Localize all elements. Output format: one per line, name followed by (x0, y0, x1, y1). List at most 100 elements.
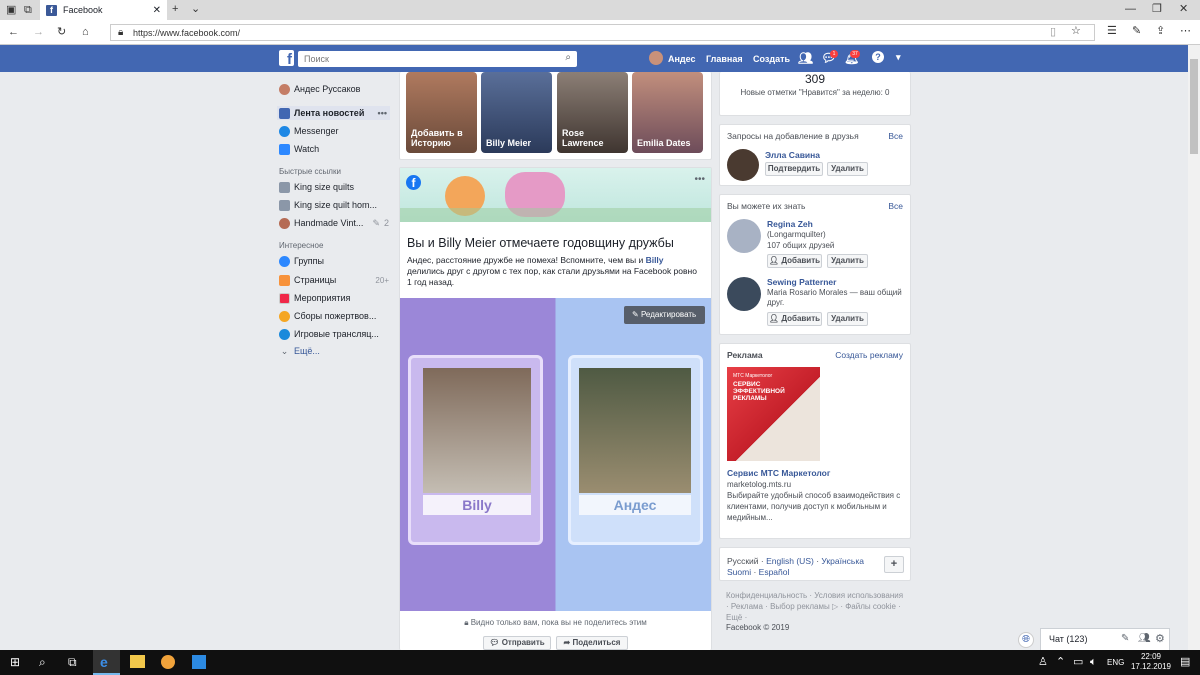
sidebar-item-news-feed[interactable]: Лента новостей ••• (277, 106, 390, 120)
confirm-button[interactable]: Подтвердить (765, 162, 823, 176)
see-all-link[interactable]: Все (888, 131, 903, 141)
see-all-link[interactable]: Все (888, 201, 903, 211)
facebook-logo-icon[interactable]: f (279, 50, 294, 66)
friend-name-right: Андес (579, 495, 691, 515)
story-item[interactable]: Rose Lawrence (557, 72, 628, 153)
input-language[interactable]: ENG (1107, 658, 1124, 667)
home-icon[interactable]: ⌂ (82, 26, 89, 38)
action-center-icon[interactable]: ▤ (1180, 656, 1190, 668)
edit-button[interactable]: ✎ Редактировать (624, 306, 705, 324)
language-link[interactable]: English (US) (766, 556, 814, 566)
friend-name-left: Billy (423, 495, 531, 515)
search-icon[interactable]: ⌕ (565, 52, 571, 63)
task-view-icon[interactable]: ⧉ (68, 656, 77, 668)
search-input[interactable]: Поиск ⌕ (298, 51, 577, 67)
minimize-icon[interactable]: — (1125, 3, 1136, 15)
notes-icon[interactable]: ✎ (1132, 25, 1141, 37)
add-friend-button[interactable]: 👤︎ Добавить (767, 254, 822, 268)
app-icon[interactable] (192, 655, 206, 669)
remove-suggestion-button[interactable]: Удалить (827, 254, 868, 268)
story-item[interactable]: Billy Meier (481, 72, 552, 153)
create-link[interactable]: Создать (753, 54, 790, 64)
friends-icon[interactable]: 👥︎ (798, 51, 813, 65)
volume-icon[interactable]: 🔈︎ (1090, 656, 1097, 668)
sidebar-item-shortcut[interactable]: King size quilts (279, 180, 389, 194)
more-icon[interactable]: ⋯ (1180, 25, 1191, 37)
reading-view-icon[interactable]: ▯ (1050, 26, 1056, 38)
globe-icon[interactable]: 🌐︎ (1018, 632, 1034, 648)
avatar[interactable] (727, 277, 761, 311)
maximize-icon[interactable]: ❐ (1152, 3, 1162, 15)
share-button[interactable]: ➦ Поделиться (556, 636, 628, 650)
sidebar-item-shortcut[interactable]: Handmade Vint... ✎ 2 (279, 216, 389, 230)
windows-start-icon[interactable]: ⊞ (10, 656, 20, 668)
sidebar-item-watch[interactable]: Watch (279, 142, 389, 156)
taskbar-search-icon[interactable]: ⌕ (39, 656, 46, 668)
sidebar-item-pages[interactable]: Страницы 20+ (279, 273, 389, 287)
browser-tab[interactable]: f Facebook ✕ (40, 0, 167, 20)
share-icon[interactable]: ⇪ (1156, 25, 1165, 37)
url-field[interactable]: 🔒︎ https://www.facebook.com/ (110, 24, 1095, 41)
page-scrollbar[interactable] (1188, 45, 1200, 650)
person-name[interactable]: Regina Zeh (767, 219, 813, 229)
profile-link[interactable]: Андес (668, 54, 696, 64)
sidebar-item-events[interactable]: Мероприятия (279, 291, 389, 305)
people-icon[interactable]: ♙ (1038, 656, 1048, 668)
help-icon[interactable]: ? (872, 51, 884, 63)
add-friend-button[interactable]: 👤︎ Добавить (767, 312, 822, 326)
sidebar-item-gaming[interactable]: Игровые трансляц... (279, 327, 389, 341)
remove-suggestion-button[interactable]: Удалить (827, 312, 868, 326)
ad-title-link[interactable]: Сервис МТС Маркетолог (727, 468, 830, 478)
sidebar-item-profile[interactable]: Андес Руссаков (279, 82, 389, 96)
language-link[interactable]: Українська (821, 556, 864, 566)
sidebar-see-more[interactable]: ⌄ Ещё... (279, 344, 389, 358)
language-link[interactable]: Suomi (727, 567, 751, 577)
language-link[interactable]: Español (759, 567, 790, 577)
avatar[interactable] (727, 219, 761, 253)
sidebar-item-label: Ещё... (294, 346, 320, 356)
sidebar-item-fundraisers[interactable]: Сборы пожертвов... (279, 309, 389, 323)
create-ad-link[interactable]: Создать рекламу (835, 350, 903, 360)
close-tab-icon[interactable]: ✕ (153, 5, 161, 16)
new-tab-icon[interactable]: + (172, 3, 178, 15)
send-button[interactable]: 💬︎ Отправить (483, 636, 551, 650)
footer-links[interactable]: Конфиденциальность · Условия использован… (726, 590, 906, 623)
tab-preview-icon[interactable]: ⧉ (24, 4, 32, 16)
add-language-button[interactable]: + (884, 556, 904, 573)
chat-bar[interactable]: Чат (123) ✎ 👥︎ ⚙ (1040, 628, 1170, 650)
tab-actions-icon[interactable]: ▣ (6, 4, 16, 16)
tab-list-chevron-icon[interactable]: ⌄ (191, 3, 200, 15)
scrollbar-thumb[interactable] (1190, 59, 1198, 154)
refresh-icon[interactable]: ↻ (57, 26, 66, 38)
close-window-icon[interactable]: ✕ (1179, 3, 1188, 15)
edge-taskbar-button[interactable]: e (93, 650, 120, 675)
avatar[interactable] (727, 149, 759, 181)
compose-icon[interactable]: ✎ (1121, 633, 1129, 644)
taskbar-clock[interactable]: 22:09 17.12.2019 (1130, 652, 1172, 672)
post-options-icon[interactable]: ••• (694, 174, 705, 185)
settings-gear-icon[interactable]: ⚙ (1155, 632, 1165, 645)
ad-image[interactable]: МТС Маркетолог СЕРВИС ЭФФЕКТИВНОЙ РЕКЛАМ… (727, 367, 820, 461)
sidebar-item-messenger[interactable]: Messenger (279, 124, 389, 138)
account-menu-chevron-icon[interactable]: ▾ (896, 52, 901, 63)
file-explorer-icon[interactable] (130, 655, 145, 668)
person-name[interactable]: Sewing Patterner (767, 277, 836, 287)
more-options-icon[interactable]: ••• (378, 108, 390, 118)
favorites-icon[interactable]: ☰ (1107, 25, 1117, 37)
sidebar-item-shortcut[interactable]: King size quilt hom... (279, 198, 389, 212)
tray-chevron-icon[interactable]: ⌃ (1056, 656, 1065, 668)
home-link[interactable]: Главная (706, 54, 743, 64)
story-add[interactable]: Добавить в Историю (406, 72, 477, 153)
story-item[interactable]: Emilia Dates (632, 72, 703, 153)
user-avatar[interactable] (649, 51, 663, 65)
favorite-star-icon[interactable]: ☆ (1071, 25, 1081, 37)
network-icon[interactable]: ▭ (1073, 656, 1083, 668)
request-name[interactable]: Элла Савина (765, 150, 820, 160)
friend-link[interactable]: Billy (646, 255, 664, 265)
forward-icon[interactable]: → (33, 26, 44, 38)
delete-request-button[interactable]: Удалить (827, 162, 868, 176)
browser-app-icon[interactable] (161, 655, 175, 669)
back-icon[interactable]: ← (8, 26, 19, 38)
group-chat-icon[interactable]: 👥︎ (1138, 633, 1151, 644)
sidebar-item-groups[interactable]: Группы (279, 254, 389, 268)
